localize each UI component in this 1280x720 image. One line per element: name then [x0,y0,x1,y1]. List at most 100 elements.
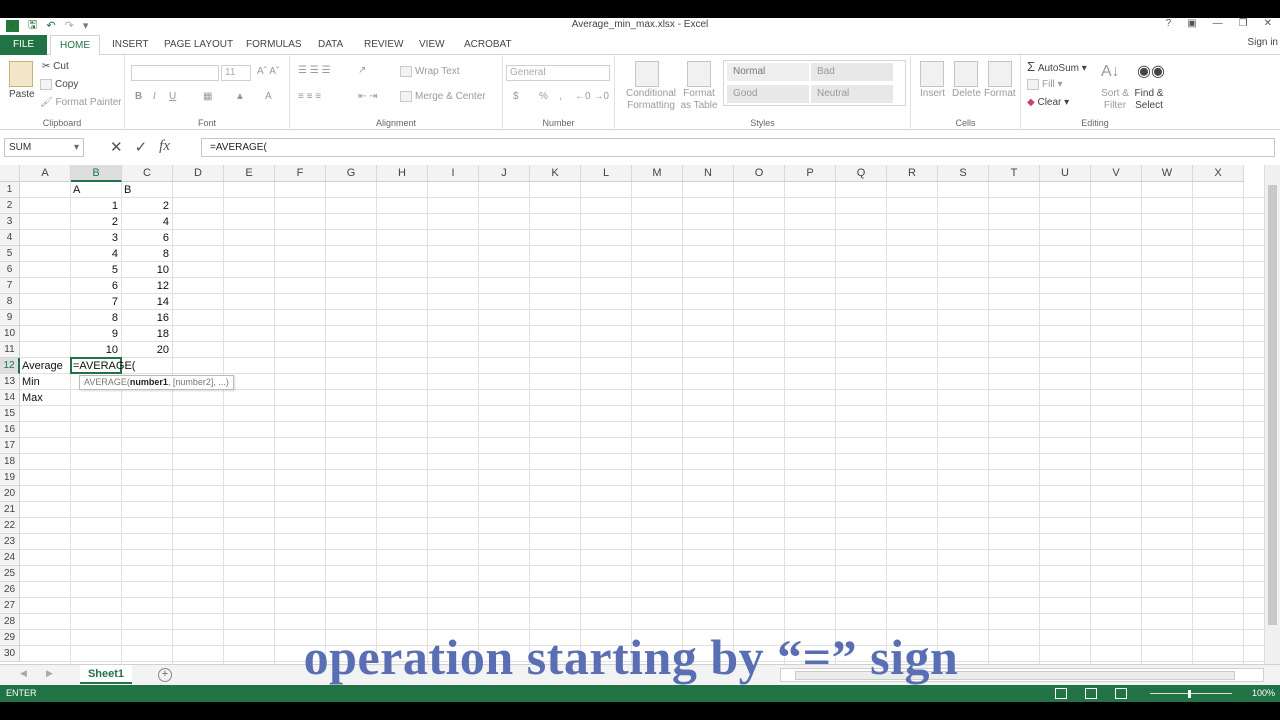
row-header-27[interactable]: 27 [0,598,20,614]
style-neutral[interactable]: Neutral [811,85,893,103]
cancel-icon[interactable]: ✕ [110,138,123,156]
close-icon[interactable]: ✕ [1264,18,1272,29]
align-top-icons[interactable]: ☰ ☰ ☰ [298,65,330,76]
column-header-j[interactable]: J [479,165,530,182]
align-left-icons[interactable]: ≡ ≡ ≡ [298,91,321,102]
bold-button[interactable]: B [135,91,142,102]
row-header-19[interactable]: 19 [0,470,20,486]
fill-color-icon[interactable]: ▲ [235,91,245,102]
find-select-button[interactable]: Find & Select [1133,88,1165,112]
cell-b4[interactable]: 3 [73,230,120,246]
cell-a13[interactable]: Min [22,374,69,390]
row-header-9[interactable]: 9 [0,310,20,326]
column-header-g[interactable]: G [326,165,377,182]
cell-b2[interactable]: 1 [73,198,120,214]
column-header-v[interactable]: V [1091,165,1142,182]
tab-data[interactable]: DATA [318,35,343,55]
row-header-4[interactable]: 4 [0,230,20,246]
zoom-slider-knob[interactable] [1188,690,1191,698]
formula-input[interactable]: =AVERAGE( [201,138,1275,157]
ribbon-display-icon[interactable]: ▣ [1187,18,1196,29]
page-layout-view-icon[interactable] [1085,688,1097,699]
format-cells-icon[interactable] [988,61,1012,87]
column-header-b[interactable]: B [71,165,122,182]
cell-b8[interactable]: 7 [73,294,120,310]
cell-c10[interactable]: 18 [124,326,171,342]
minimize-icon[interactable]: — [1213,18,1223,29]
underline-button[interactable]: U [169,91,176,102]
italic-button[interactable]: I [153,91,156,102]
help-icon[interactable]: ? [1166,18,1172,29]
vertical-scrollbar[interactable] [1264,165,1280,664]
column-header-f[interactable]: F [275,165,326,182]
column-header-w[interactable]: W [1142,165,1193,182]
clear-button[interactable]: ◆ Clear ▾ [1027,97,1069,108]
borders-icon[interactable]: ▦ [203,91,212,102]
zoom-level[interactable]: 100% [1252,685,1275,702]
tab-home[interactable]: HOME [50,35,100,56]
format-painter-button[interactable]: 🖌 Format Painter [40,97,122,108]
row-header-10[interactable]: 10 [0,326,20,342]
delete-cells-button[interactable]: Delete [952,88,981,99]
restore-icon[interactable]: ❐ [1239,18,1248,29]
font-size-dropdown[interactable]: 11 [221,65,251,81]
cell-b7[interactable]: 6 [73,278,120,294]
column-header-p[interactable]: P [785,165,836,182]
column-header-u[interactable]: U [1040,165,1091,182]
column-header-a[interactable]: A [20,165,71,182]
row-header-15[interactable]: 15 [0,406,20,422]
column-header-l[interactable]: L [581,165,632,182]
wrap-text-button[interactable]: Wrap Text [400,66,460,77]
font-color-icon[interactable]: A [265,91,272,102]
cell-b9[interactable]: 8 [73,310,120,326]
row-header-22[interactable]: 22 [0,518,20,534]
row-header-17[interactable]: 17 [0,438,20,454]
column-header-t[interactable]: T [989,165,1040,182]
tab-insert[interactable]: INSERT [112,35,149,55]
function-tooltip[interactable]: AVERAGE(number1, [number2], ...) [79,375,234,390]
row-header-8[interactable]: 8 [0,294,20,310]
row-header-3[interactable]: 3 [0,214,20,230]
sort-filter-button[interactable]: Sort & Filter [1099,88,1131,112]
percent-button[interactable]: % [539,91,548,102]
row-header-24[interactable]: 24 [0,550,20,566]
cell-c3[interactable]: 4 [124,214,171,230]
row-header-26[interactable]: 26 [0,582,20,598]
style-good[interactable]: Good [727,85,809,103]
copy-button[interactable]: Copy [40,79,78,90]
tab-view[interactable]: VIEW [419,35,445,55]
cell-c11[interactable]: 20 [124,342,171,358]
binoculars-icon[interactable]: ◉◉ [1137,61,1165,81]
tab-review[interactable]: REVIEW [364,35,403,55]
row-header-1[interactable]: 1 [0,182,20,198]
column-header-c[interactable]: C [122,165,173,182]
orientation-icon[interactable]: ↗ [358,65,366,76]
column-header-o[interactable]: O [734,165,785,182]
row-header-16[interactable]: 16 [0,422,20,438]
format-cells-button[interactable]: Format [984,88,1016,99]
page-break-view-icon[interactable] [1115,688,1127,699]
row-header-25[interactable]: 25 [0,566,20,582]
column-header-q[interactable]: Q [836,165,887,182]
cell-c6[interactable]: 10 [124,262,171,278]
font-grow-icon[interactable]: Aˆ Aˇ [257,66,279,77]
tab-acrobat[interactable]: ACROBAT [464,35,512,55]
paste-button[interactable]: Paste [9,89,35,100]
row-header-21[interactable]: 21 [0,502,20,518]
cell-c4[interactable]: 6 [124,230,171,246]
cell-b10[interactable]: 9 [73,326,120,342]
column-header-r[interactable]: R [887,165,938,182]
cell-b11[interactable]: 10 [73,342,120,358]
column-header-n[interactable]: N [683,165,734,182]
column-header-x[interactable]: X [1193,165,1244,182]
cell-c2[interactable]: 2 [124,198,171,214]
column-header-d[interactable]: D [173,165,224,182]
autosum-button[interactable]: Σ AutoSum ▾ [1027,59,1087,74]
row-header-20[interactable]: 20 [0,486,20,502]
row-header-14[interactable]: 14 [0,390,20,406]
cell-c7[interactable]: 12 [124,278,171,294]
vertical-scroll-thumb[interactable] [1268,185,1277,625]
merge-center-button[interactable]: Merge & Center [400,91,486,102]
conditional-formatting-icon[interactable] [635,61,659,87]
paste-icon[interactable] [9,61,33,87]
